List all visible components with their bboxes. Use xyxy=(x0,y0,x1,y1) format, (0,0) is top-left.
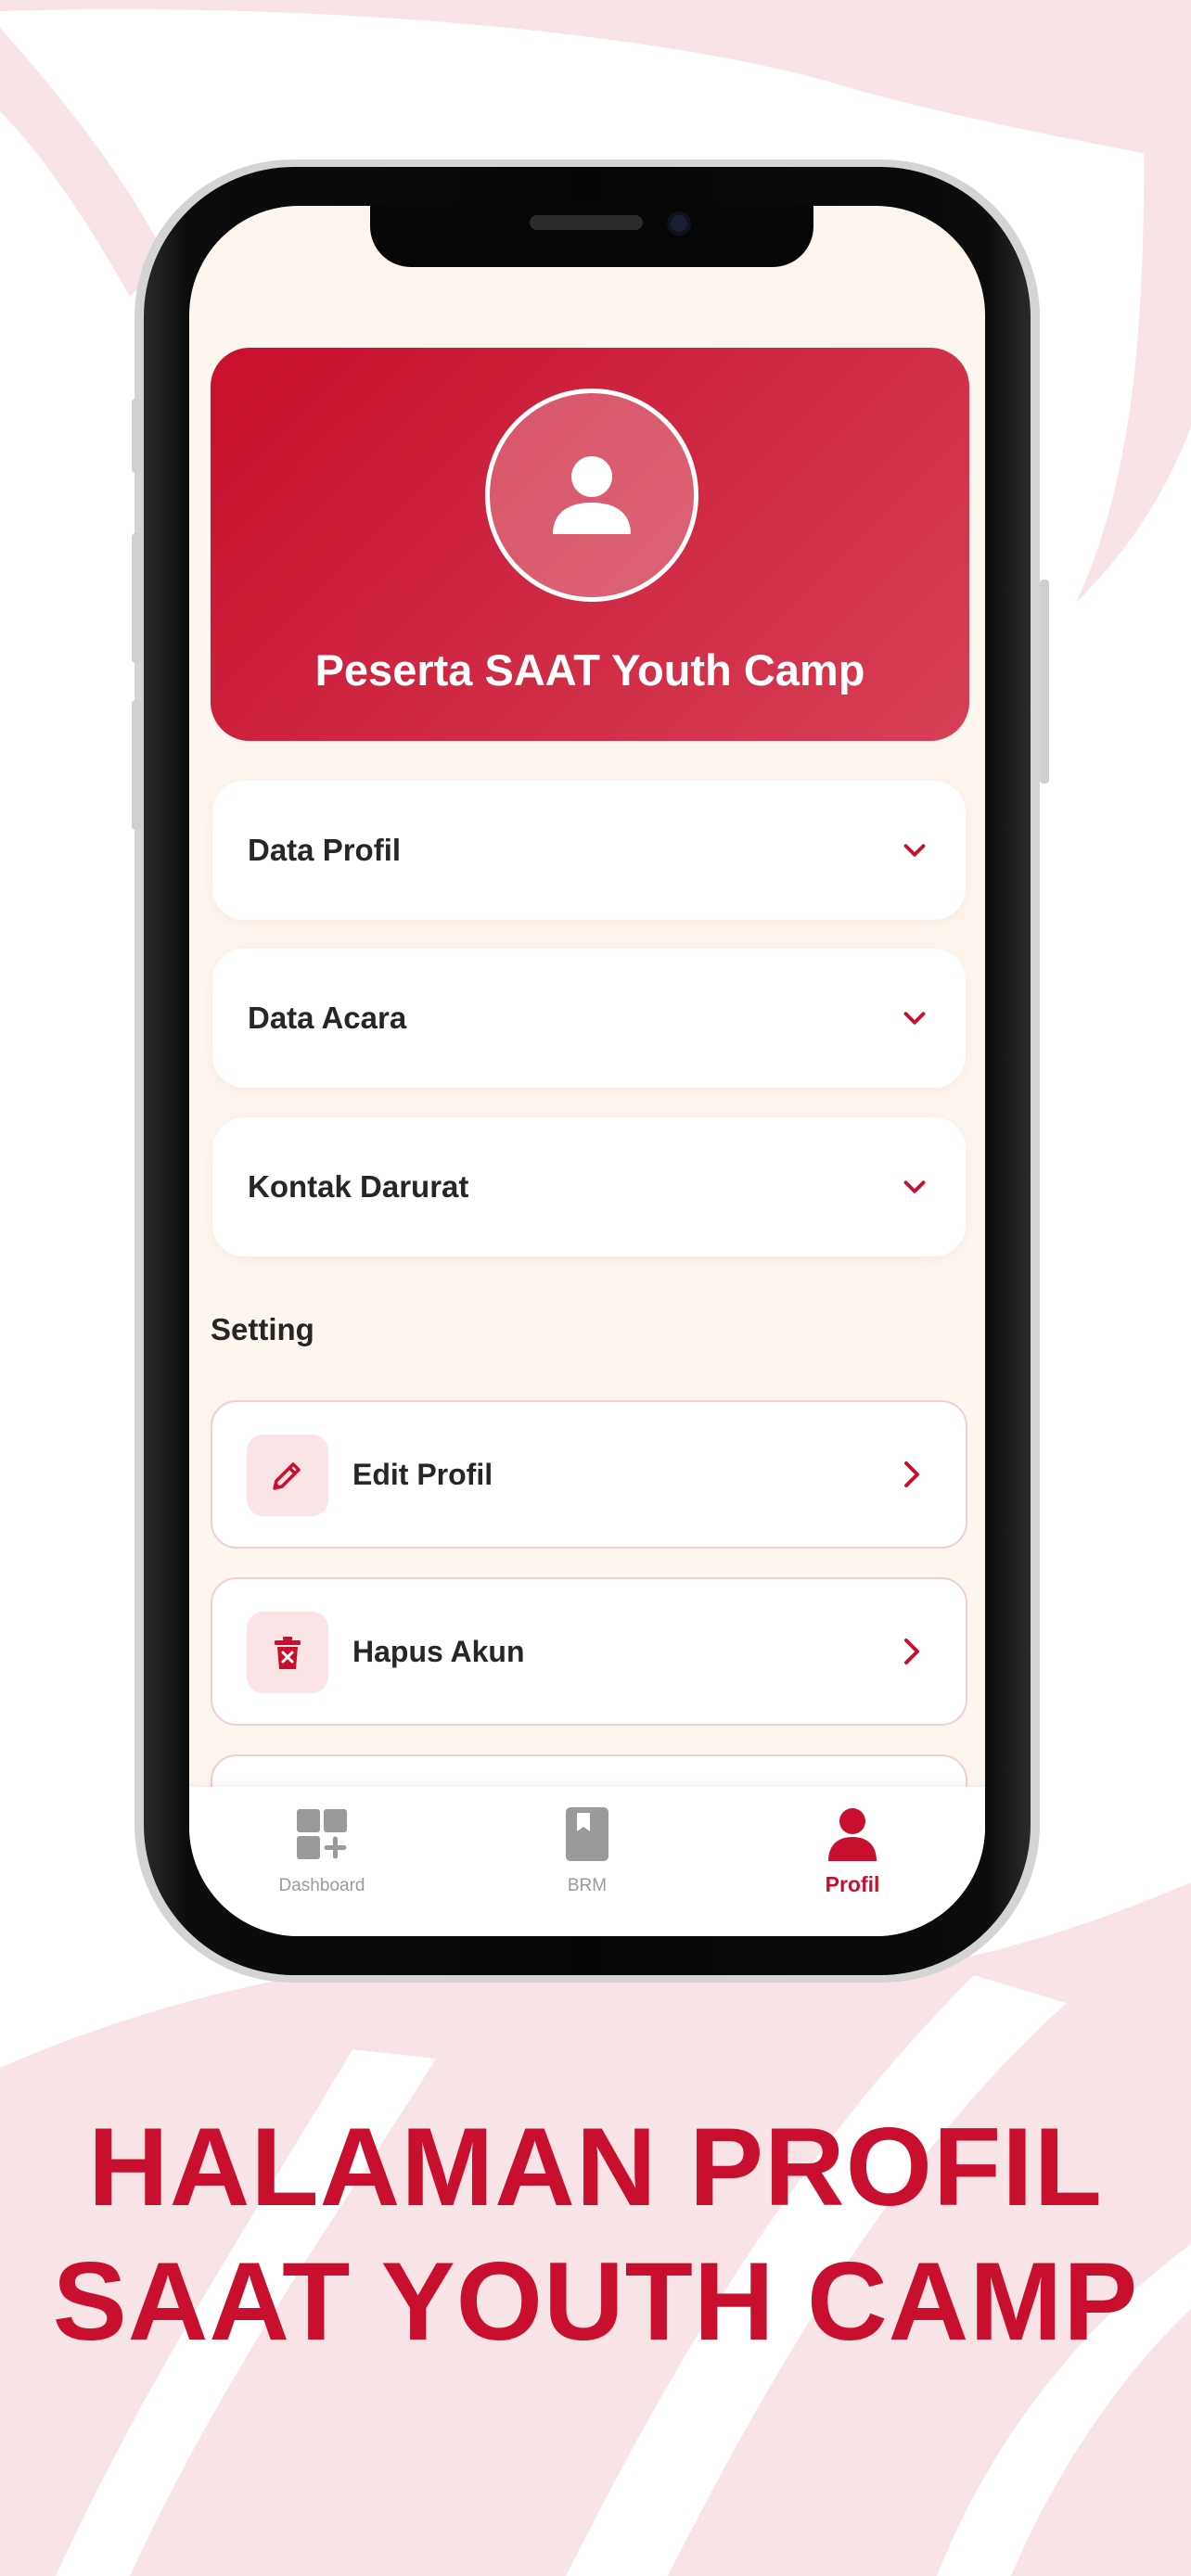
accordion-label: Data Profil xyxy=(248,833,402,867)
settings-section-title: Setting xyxy=(211,1312,314,1346)
pencil-icon xyxy=(273,1462,301,1490)
app-screen: Peserta SAAT Youth Camp Data Profil Data… xyxy=(189,206,985,1936)
chevron-down-icon xyxy=(903,1180,926,1193)
chevron-down-icon xyxy=(903,844,926,857)
headline-line-2: SAAT YOUTH CAMP xyxy=(52,2239,1139,2364)
bookmark-book-icon xyxy=(566,1807,608,1861)
notch-camera xyxy=(667,211,691,236)
edit-icon-tile xyxy=(247,1435,328,1516)
accordion-data-acara[interactable]: Data Acara xyxy=(212,949,966,1088)
notch-speaker xyxy=(530,215,643,230)
bottom-navigation: Dashboard BRM Profil xyxy=(189,1787,985,1936)
accordion-data-profil[interactable]: Data Profil xyxy=(212,781,966,920)
headline-line-1: HALAMAN PROFIL xyxy=(88,2105,1103,2229)
dashboard-icon xyxy=(297,1809,347,1859)
phone-volume-down xyxy=(132,700,141,830)
phone-notch xyxy=(370,206,813,267)
profile-header-card: Peserta SAAT Youth Camp xyxy=(211,348,969,741)
nav-label: Profil xyxy=(825,1872,880,1896)
edit-profile-button[interactable]: Edit Profil xyxy=(211,1400,967,1549)
profile-name: Peserta SAAT Youth Camp xyxy=(314,645,865,695)
phone-power-button xyxy=(1040,580,1049,784)
phone-silent-switch xyxy=(132,399,141,473)
accordion-label: Data Acara xyxy=(248,1001,407,1035)
user-avatar-icon[interactable] xyxy=(485,389,698,602)
nav-brm[interactable]: BRM xyxy=(455,1787,720,1936)
chevron-right-icon xyxy=(904,1639,919,1664)
nav-dashboard[interactable]: Dashboard xyxy=(189,1787,455,1936)
accordion-label: Kontak Darurat xyxy=(248,1169,469,1204)
chevron-down-icon xyxy=(903,1012,926,1025)
trash-icon xyxy=(275,1637,301,1669)
chevron-right-icon xyxy=(904,1461,919,1487)
phone-volume-up xyxy=(132,533,141,663)
nav-label: Dashboard xyxy=(278,1876,365,1895)
delete-account-button[interactable]: Hapus Akun xyxy=(211,1577,967,1726)
nav-label: BRM xyxy=(567,1876,608,1895)
setting-label: Hapus Akun xyxy=(352,1635,525,1668)
person-icon xyxy=(828,1808,877,1861)
delete-icon-tile xyxy=(247,1612,328,1693)
accordion-kontak-darurat[interactable]: Kontak Darurat xyxy=(212,1117,966,1256)
setting-label: Edit Profil xyxy=(352,1458,493,1491)
nav-profil[interactable]: Profil xyxy=(720,1787,985,1936)
